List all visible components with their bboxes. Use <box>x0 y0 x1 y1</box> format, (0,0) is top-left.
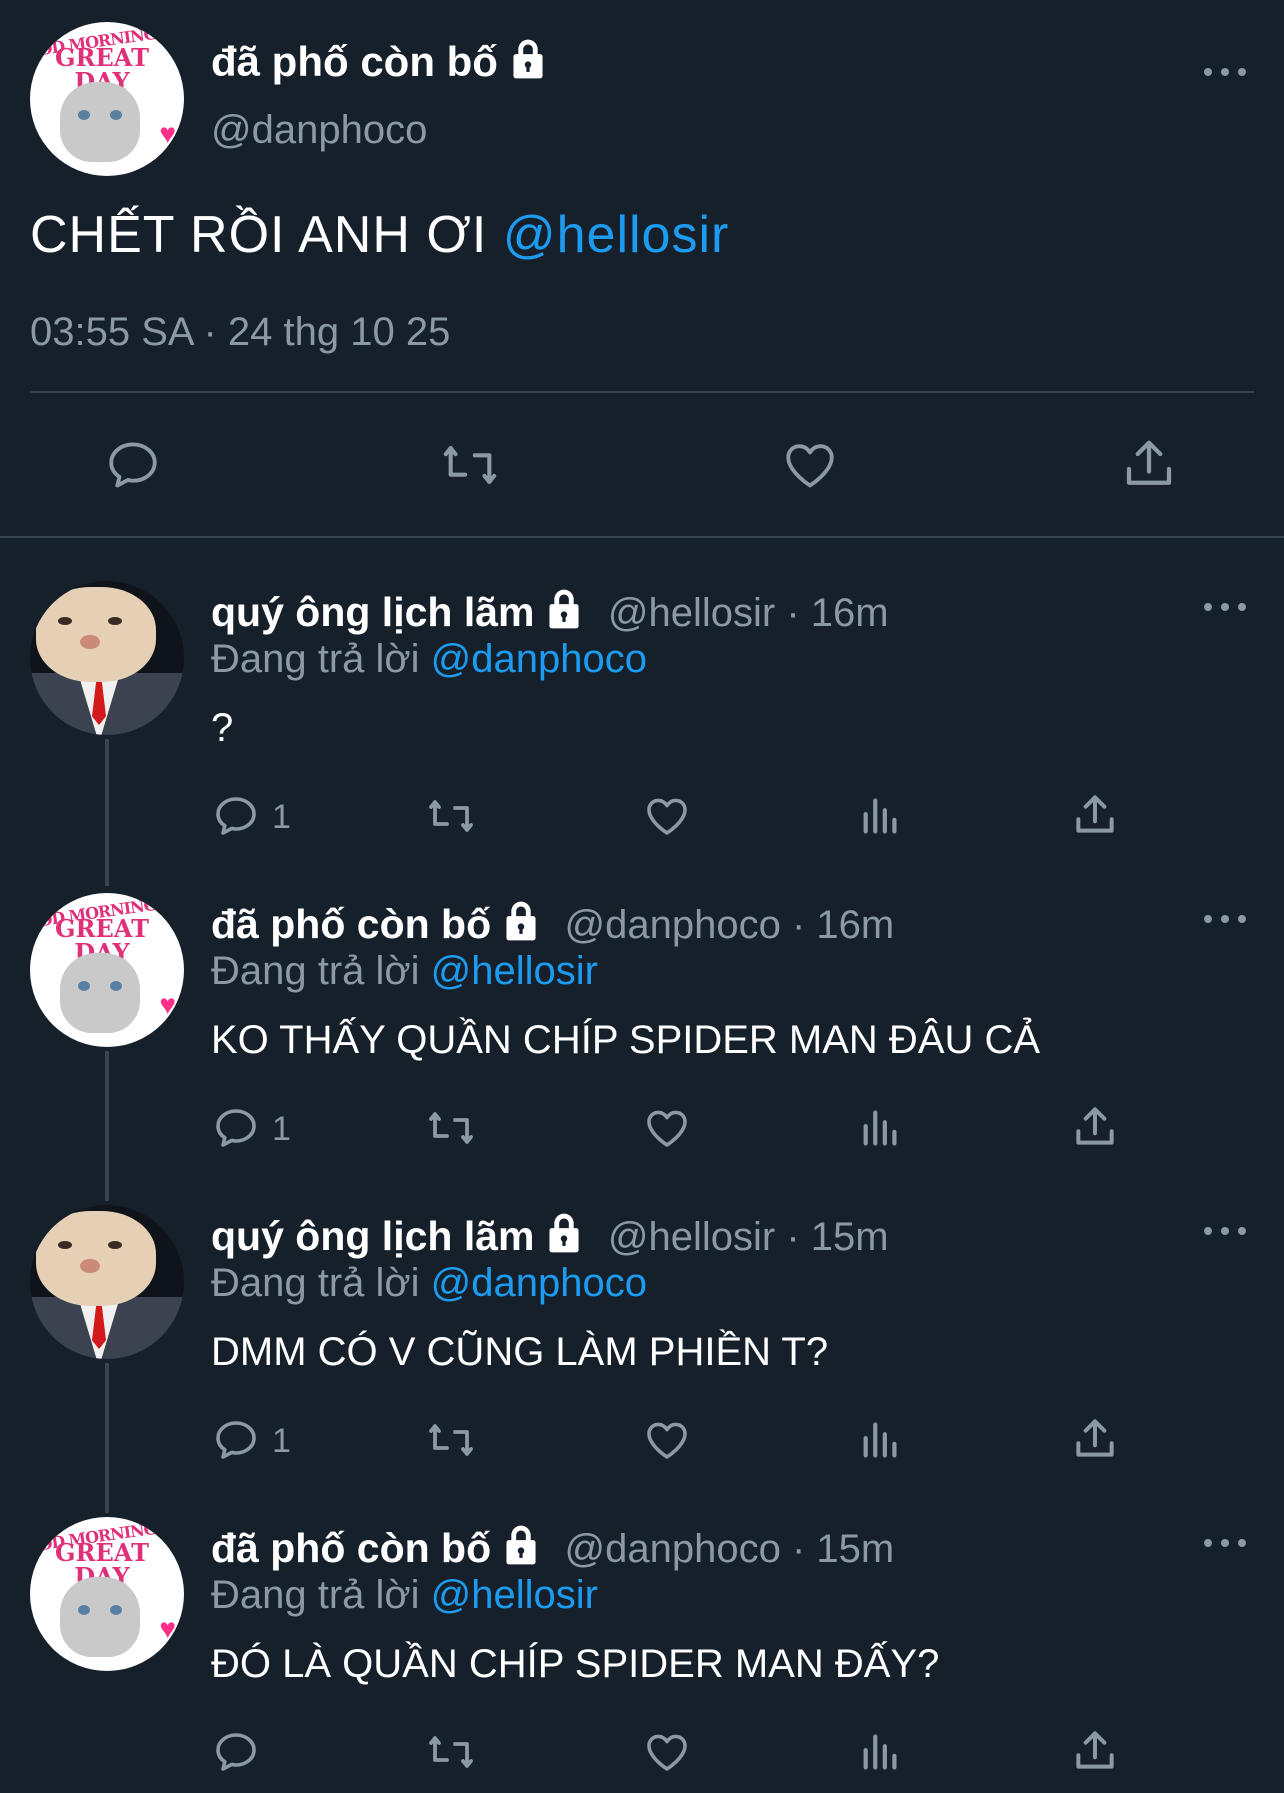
reply-count: 1 <box>272 1110 291 1148</box>
like-icon[interactable] <box>642 792 692 840</box>
author-handle: @danphoco · 16m <box>564 903 895 947</box>
views-icon[interactable] <box>858 1728 904 1776</box>
tweet-text: KO THẤY QUẦN CHÍP SPIDER MAN ĐÂU CẢ <box>211 1018 1041 1062</box>
like-icon[interactable] <box>642 1728 692 1776</box>
views-icon[interactable] <box>858 792 904 840</box>
retweet-icon[interactable] <box>424 1728 478 1776</box>
like-icon[interactable] <box>642 1416 692 1464</box>
reply-count: 1 <box>272 798 291 836</box>
share-icon[interactable] <box>1070 1102 1120 1152</box>
retweet-icon[interactable] <box>424 792 478 840</box>
reply-icon[interactable] <box>212 1104 260 1152</box>
reply-icon[interactable] <box>212 1728 260 1776</box>
share-icon[interactable] <box>1070 1414 1120 1464</box>
more-icon[interactable] <box>1204 1224 1246 1238</box>
avatar[interactable]: OD MORNING GREAT DAY ♥ <box>30 22 184 176</box>
replying-to: Đang trả lời @hellosir <box>211 1573 598 1617</box>
lock-icon <box>506 1525 536 1565</box>
author-name[interactable]: quý ông lịch lãm @hellosir · 16m <box>211 588 889 636</box>
reply-icon[interactable] <box>212 1416 260 1464</box>
heart-sticker: ♥ <box>159 989 176 1020</box>
avatar[interactable]: OD MORNING GREAT DAY ♥ <box>30 1517 184 1671</box>
replying-to: Đang trả lời @hellosir <box>211 949 598 993</box>
like-icon[interactable] <box>642 1104 692 1152</box>
reply-icon[interactable] <box>104 436 162 494</box>
divider <box>30 391 1254 393</box>
thread-line <box>105 739 109 886</box>
cat-image <box>60 1577 140 1657</box>
reply-count: 1 <box>272 1422 291 1460</box>
tweet-text: DMM CÓ V CŨNG LÀM PHIỀN T? <box>211 1330 829 1374</box>
author-handle: @danphoco · 15m <box>564 1527 895 1571</box>
lock-icon <box>549 589 580 629</box>
views-icon[interactable] <box>858 1416 904 1464</box>
more-icon[interactable] <box>1204 600 1246 614</box>
author-name[interactable]: đã phố còn bố @danphoco · 15m <box>211 1524 894 1572</box>
tweet-text: CHẾT RỒI ANH ƠI @hellosir <box>30 206 730 264</box>
tweet-text: ĐÓ LÀ QUẦN CHÍP SPIDER MAN ĐẤY? <box>211 1642 940 1686</box>
divider <box>0 536 1284 538</box>
timestamp[interactable]: 03:55 SA · 24 thg 10 25 <box>30 310 450 355</box>
thread-line <box>105 1051 109 1201</box>
share-icon[interactable] <box>1070 790 1120 840</box>
author-name[interactable]: đã phố còn bố <box>211 38 548 86</box>
more-icon[interactable] <box>1204 912 1246 926</box>
mention-link[interactable]: @hellosir <box>431 1573 598 1617</box>
heart-sticker: ♥ <box>159 118 176 149</box>
mention-link[interactable]: @hellosir <box>503 206 730 264</box>
cat-image <box>60 953 140 1033</box>
tweet-text: ? <box>211 706 234 750</box>
thread-line <box>105 1363 109 1513</box>
retweet-icon[interactable] <box>424 1104 478 1152</box>
author-name[interactable]: đã phố còn bố @danphoco · 16m <box>211 900 894 948</box>
lock-icon <box>549 1213 580 1253</box>
share-icon[interactable] <box>1118 434 1180 494</box>
author-handle[interactable]: @danphoco <box>211 108 427 153</box>
lock-icon <box>513 39 543 79</box>
tweet-thread: OD MORNING GREAT DAY ♥ đã phố còn bố @da… <box>0 0 1284 1793</box>
mention-link[interactable]: @hellosir <box>431 949 598 993</box>
replying-to: Đang trả lời @danphoco <box>211 1261 647 1305</box>
replying-to: Đang trả lời @danphoco <box>211 637 647 681</box>
avatar[interactable] <box>30 581 184 735</box>
share-icon[interactable] <box>1070 1726 1120 1776</box>
more-icon[interactable] <box>1204 65 1246 79</box>
retweet-icon[interactable] <box>424 1416 478 1464</box>
avatar[interactable] <box>30 1205 184 1359</box>
retweet-icon[interactable] <box>438 436 502 494</box>
author-handle: @hellosir · 16m <box>607 591 889 635</box>
like-icon[interactable] <box>780 436 840 494</box>
heart-sticker: ♥ <box>159 1613 176 1644</box>
lock-icon <box>506 901 536 941</box>
avatar[interactable]: OD MORNING GREAT DAY ♥ <box>30 893 184 1047</box>
views-icon[interactable] <box>858 1104 904 1152</box>
more-icon[interactable] <box>1204 1536 1246 1550</box>
author-handle: @hellosir · 15m <box>607 1215 889 1259</box>
cat-image <box>60 82 140 162</box>
author-name[interactable]: quý ông lịch lãm @hellosir · 15m <box>211 1212 889 1260</box>
mention-link[interactable]: @danphoco <box>431 637 647 681</box>
reply-icon[interactable] <box>212 792 260 840</box>
mention-link[interactable]: @danphoco <box>431 1261 647 1305</box>
